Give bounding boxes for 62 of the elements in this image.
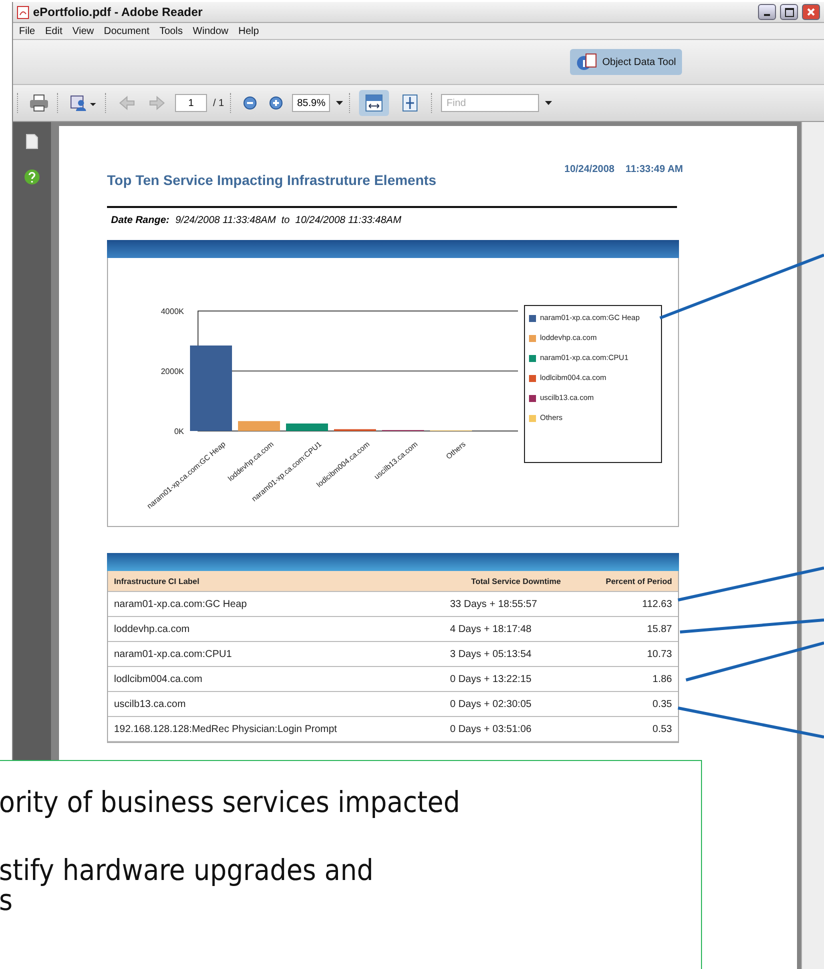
table-cell-text: 0.53: [652, 724, 673, 734]
page-count: / 1: [213, 98, 224, 108]
maximize-button[interactable]: [780, 4, 798, 20]
menu-item[interactable]: View: [72, 26, 94, 36]
table-cell-text: naram01-xp.ca.com:CPU1: [113, 648, 233, 660]
pdf-icon: [17, 6, 29, 18]
window-title: ePortfolio.pdf - Adobe Reader: [33, 5, 204, 19]
chart-bar: [286, 424, 328, 431]
table-cell-text: 0 Days + 13:22:15: [449, 674, 532, 684]
table-cell-text: 15.87: [646, 624, 673, 634]
axis-label: 0K: [174, 427, 184, 436]
plus-icon: [269, 96, 284, 110]
column-header: Percent of Period: [604, 576, 673, 586]
table-cell-text: loddevhp.ca.com: [113, 624, 191, 634]
close-button[interactable]: [802, 4, 820, 20]
table-cell-text: 192.168.128.128:MedRec Physician:Login Prompt: [113, 724, 338, 734]
date-range: 9/24/2008 11:33:48AM to 10/24/2008 11:33:48AM: [175, 215, 402, 226]
table-cell-text: 3 Days + 05:13:54: [449, 648, 532, 660]
axis-label: 2000K: [160, 367, 184, 376]
axis-label: 4000K: [160, 307, 184, 316]
arrow-left-icon: [118, 95, 136, 111]
dropdown-icon: [545, 101, 552, 105]
maximize-icon: [784, 8, 794, 16]
menu-item[interactable]: File: [19, 26, 36, 36]
chart-bar: [238, 421, 280, 431]
help-icon: [24, 169, 40, 185]
menu-item[interactable]: Help: [238, 26, 259, 36]
report-title: Top Ten Service Impacting Infrastruture Elements: [107, 172, 436, 188]
fit-width-icon: [365, 94, 384, 112]
fit-width-button[interactable]: [359, 90, 390, 116]
dropdown-icon: [336, 101, 344, 105]
column-header: Total Service Downtime: [470, 576, 562, 586]
table-cell-text: 112.63: [641, 598, 673, 610]
table-cell-text: 0.35: [652, 698, 673, 710]
object-data-tool-button[interactable]: Object Data Tool: [570, 49, 682, 75]
table-cell-text: 0 Days + 02:30:05: [449, 698, 532, 710]
table-cell-text: 33 Days + 18:55:57: [449, 598, 538, 610]
table-cell-text: 0 Days + 03:51:06: [449, 724, 532, 734]
column-header: Infrastructure CI Label: [113, 576, 200, 586]
page-number-field[interactable]: 1: [175, 94, 207, 112]
menu-item[interactable]: Tools: [159, 26, 183, 36]
table-cell-text: 4 Days + 18:17:48: [449, 624, 532, 634]
menu-item[interactable]: Document: [104, 26, 150, 36]
page-icon: [26, 134, 38, 149]
table-cell-text: lodlcibm004.ca.com: [113, 674, 204, 684]
date-range-label: Date Range:: [111, 215, 170, 226]
minus-icon: [243, 96, 258, 110]
menu-item[interactable]: Edit: [45, 26, 62, 36]
table-cell-text: uscilb13.ca.com: [113, 698, 187, 710]
zoom-field[interactable]: 85.9%: [292, 94, 330, 112]
callout-text: ority of business services impacted: [0, 785, 462, 819]
report-timestamp: 10/24/2008 11:33:49 AM: [564, 164, 683, 177]
arrow-right-icon: [148, 95, 166, 111]
minimize-button[interactable]: [758, 4, 776, 20]
table-cell-text: 10.73: [646, 648, 673, 660]
find-field[interactable]: Find: [441, 94, 540, 112]
table-cell-text: naram01-xp.ca.com:GC Heap: [113, 598, 248, 610]
menu-item[interactable]: Window: [192, 26, 228, 36]
table-cell-text: 1.86: [652, 674, 673, 684]
info-icon: [576, 53, 598, 71]
fit-page-icon: [401, 94, 420, 112]
close-icon: [807, 8, 815, 16]
